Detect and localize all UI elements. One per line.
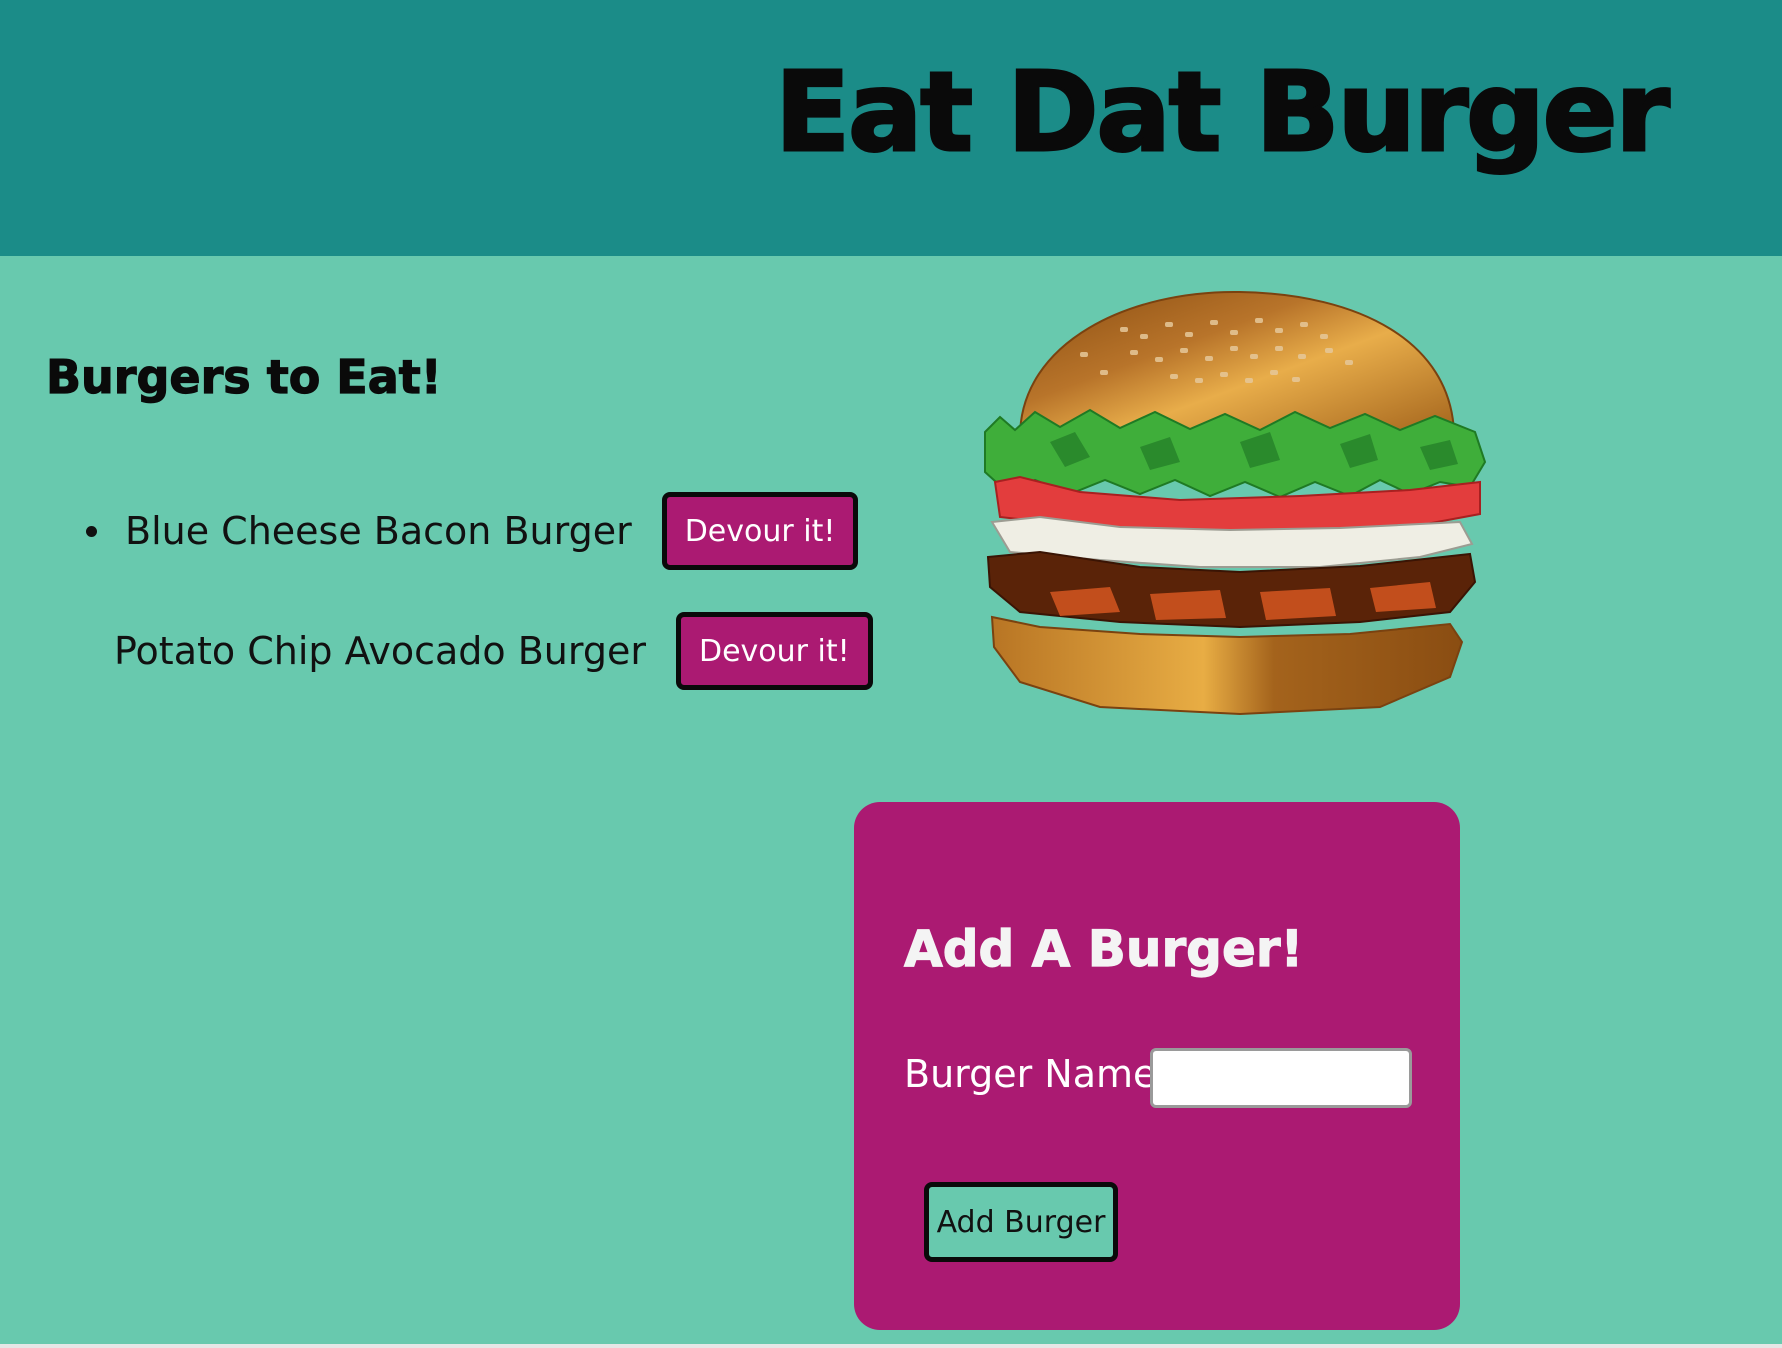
devour-button[interactable]: Devour it! (675, 612, 873, 690)
devour-button[interactable]: Devour it! (661, 492, 859, 570)
burger-name: Blue Cheese Bacon Burger (125, 509, 632, 553)
burger-list: Blue Cheese Bacon Burger Devour it! Pota… (46, 490, 873, 692)
burger-name: Potato Chip Avocado Burger (114, 629, 646, 673)
burgers-to-eat-section: Burgers to Eat! Blue Cheese Bacon Burger… (45, 349, 873, 730)
burger-illustration-icon (984, 290, 1487, 716)
site-header: Eat Dat Burger (0, 0, 1782, 256)
site-title: Eat Dat Burger (774, 48, 1672, 176)
add-burger-button[interactable]: Add Burger (924, 1182, 1118, 1262)
bullet-icon (86, 525, 97, 537)
list-item: Potato Chip Avocado Burger Devour it! (46, 610, 873, 692)
burger-name-input[interactable] (1150, 1048, 1412, 1108)
add-burger-title: Add A Burger! (903, 919, 1304, 978)
list-item: Blue Cheese Bacon Burger Devour it! (46, 490, 866, 572)
add-burger-panel: Add A Burger! Burger Name: Add Burger (854, 802, 1460, 1330)
burger-name-label: Burger Name: (904, 1052, 1170, 1096)
section-title: Burgers to Eat! (45, 349, 442, 404)
page-bottom-divider (0, 1344, 1782, 1348)
